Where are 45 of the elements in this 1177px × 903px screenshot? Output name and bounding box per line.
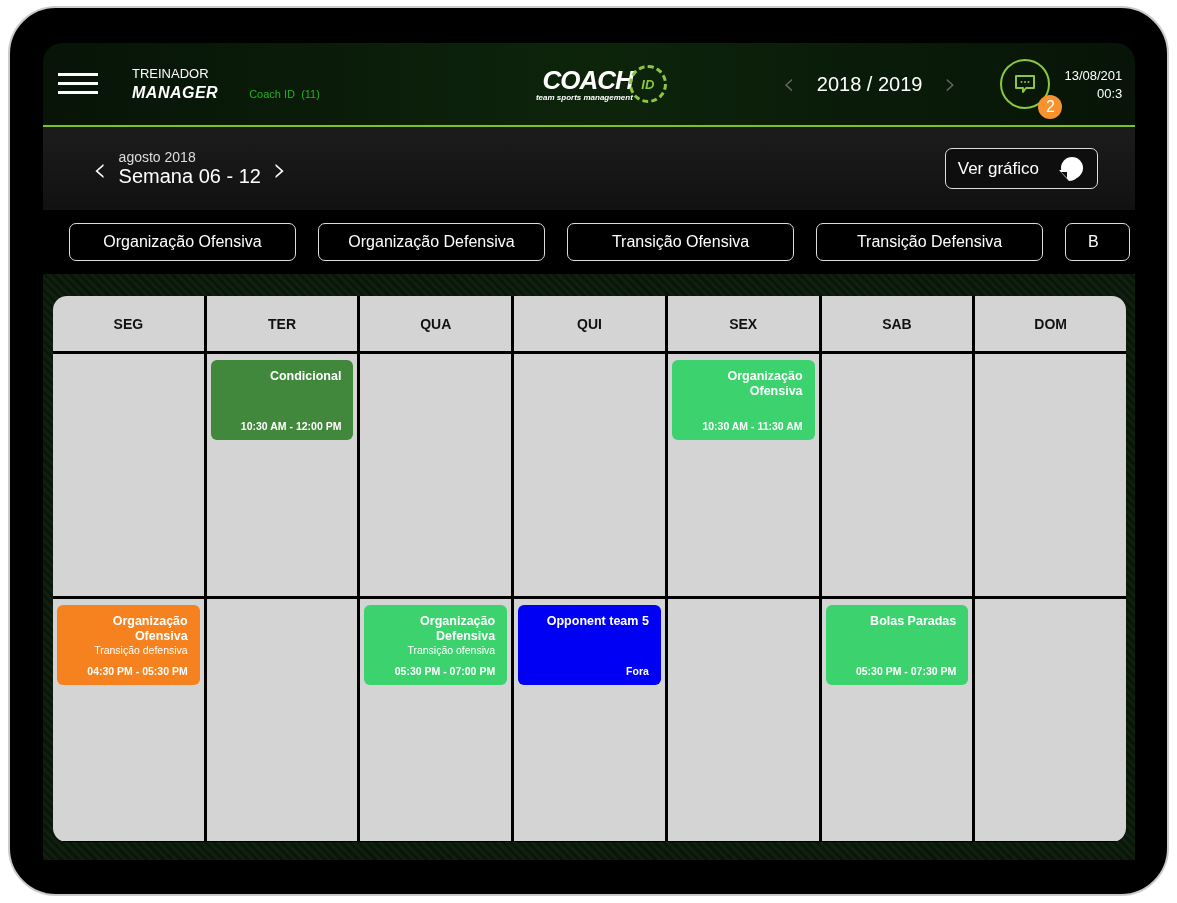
event-title: Organização Ofensiva bbox=[111, 614, 188, 644]
event-title: Organização Defensiva bbox=[419, 614, 496, 644]
event-time: 04:30 PM - 05:30 PM bbox=[87, 665, 188, 677]
event-time: 05:30 PM - 07:00 PM bbox=[394, 665, 496, 677]
season-label: 2018 / 2019 bbox=[816, 72, 923, 96]
pie-chart-icon bbox=[1057, 154, 1085, 183]
filter-chip[interactable]: Transição Defensiva bbox=[816, 223, 1043, 261]
day-header: SAB bbox=[821, 296, 973, 351]
month-label: agosto 2018 bbox=[118, 149, 197, 165]
chart-button[interactable]: Ver gráfico bbox=[944, 148, 1098, 189]
filter-chip[interactable]: Transição Ofensiva bbox=[567, 223, 794, 261]
time-text: 00:3 bbox=[1097, 85, 1123, 101]
date-text: 13/08/201 bbox=[1064, 67, 1123, 83]
logo-tagline: team sports management bbox=[535, 92, 633, 102]
next-week-button[interactable]: › bbox=[268, 153, 291, 184]
event-time: 10:30 AM - 11:30 AM bbox=[702, 420, 803, 432]
event-card[interactable]: Condicional 10:30 AM - 12:00 PM bbox=[210, 360, 354, 440]
day-header: QUA bbox=[360, 296, 512, 351]
event-time: 10:30 AM - 12:00 PM bbox=[240, 420, 342, 432]
coach-id: Coach ID (11) bbox=[249, 88, 320, 100]
day-header: QUI bbox=[514, 296, 665, 351]
notification-badge: 2 bbox=[1038, 95, 1063, 119]
event-title: Bolas Paradas bbox=[870, 614, 957, 629]
event-subtitle: Transição defensiva bbox=[94, 644, 188, 656]
previous-week-button[interactable]: ‹ bbox=[89, 153, 111, 184]
logo-wordmark: COACH bbox=[542, 66, 633, 93]
event-subtitle: Transição ofensiva bbox=[407, 644, 496, 656]
filter-chip[interactable]: B bbox=[1065, 223, 1130, 261]
day-header: TER bbox=[206, 296, 358, 351]
event-title: Organização Ofensiva bbox=[726, 369, 803, 399]
day-header: SEX bbox=[667, 296, 819, 351]
event-title: Opponent team 5 bbox=[546, 614, 649, 629]
app-name: MANAGER bbox=[132, 84, 219, 102]
event-title: Condicional bbox=[269, 369, 342, 384]
role-label: TREINADOR bbox=[132, 66, 210, 81]
day-header: SEG bbox=[53, 296, 204, 351]
chat-icon bbox=[1013, 72, 1038, 96]
day-header: DOM bbox=[975, 296, 1126, 351]
menu-icon[interactable] bbox=[58, 73, 98, 95]
event-time: 05:30 PM - 07:30 PM bbox=[855, 665, 957, 677]
filter-chip[interactable]: Organização Defensiva bbox=[318, 223, 545, 261]
filter-chip[interactable]: Organização Ofensiva bbox=[69, 223, 296, 261]
week-label: Semana 06 - 12 bbox=[118, 165, 261, 188]
event-time: Fora bbox=[626, 665, 649, 677]
event-card[interactable]: Opponent team 5 Fora bbox=[518, 605, 661, 685]
